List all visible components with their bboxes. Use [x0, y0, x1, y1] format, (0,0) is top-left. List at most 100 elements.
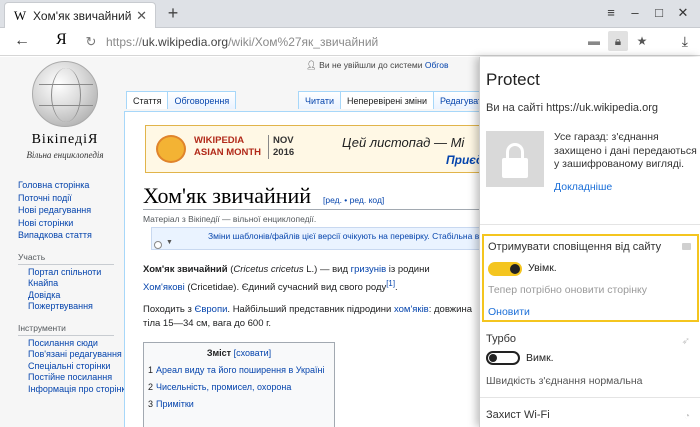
link-europe[interactable]: Європи — [195, 304, 228, 315]
sidebar-item-page-info[interactable]: Інформація про сторінку — [18, 384, 130, 396]
star-icon[interactable]: ★ — [632, 31, 652, 51]
sidebar-participation-links: Портал спільноти Кнайпа Довідка Пожертву… — [18, 267, 124, 313]
close-tab-icon[interactable]: ✕ — [136, 8, 147, 24]
sidebar-item-help[interactable]: Довідка — [18, 290, 124, 302]
panel-divider — [480, 224, 700, 225]
sidebar-heading-tools: Інструменти — [18, 323, 114, 336]
address-bar[interactable]: ↻ https://uk.wikipedia.org/wiki/Хом%27як… — [80, 31, 660, 53]
text-span: : довжина — [428, 304, 472, 315]
tab-pending-changes[interactable]: Неперевірені зміни — [340, 91, 434, 109]
sidebar: Головна сторінка Поточні події Нові реда… — [18, 179, 130, 396]
table-of-contents: Зміст [сховати] 1 Ареал виду та його поши… — [143, 342, 335, 427]
lock-body — [502, 158, 528, 178]
turbo-label: Турбо — [486, 333, 517, 345]
sidebar-item-village-pump[interactable]: Кнайпа — [18, 278, 124, 290]
sidebar-item-new-pages[interactable]: Нові сторінки — [18, 217, 124, 230]
protect-panel: Protect Ви на сайті https://uk.wikipedia… — [479, 57, 700, 427]
link-rodents[interactable]: гризунів — [351, 264, 386, 275]
lock-icon[interactable]: 🔒︎ — [608, 31, 628, 51]
url-text[interactable]: https://uk.wikipedia.org/wiki/Хом%27як_з… — [106, 35, 378, 49]
flagged-revisions-text[interactable]: Зміни шаблонів/файлів цієї версії очікую… — [208, 231, 499, 241]
text-span: тіла 15—34 см, вага до 600 г. — [143, 317, 272, 329]
link-hamsters[interactable]: хом'яків — [394, 304, 429, 315]
refresh-link[interactable]: Оновити — [488, 306, 530, 318]
toc-item-label: Примітки — [156, 399, 194, 409]
connection-status-text: Усе гаразд: з'єднання захищено і дані пе… — [554, 131, 697, 170]
toc-hide-toggle[interactable]: [сховати] — [234, 348, 272, 358]
sidebar-item-recent-changes[interactable]: Нові редагування — [18, 204, 124, 217]
text-span: . Найбільший представник підродини — [227, 304, 394, 315]
close-icon[interactable]: ✕ — [672, 3, 694, 23]
wifi-protection-label: Захист Wi-Fi — [486, 409, 550, 421]
personal-tools: 👤︎ Ви не увійшли до системи Обгов — [306, 60, 448, 71]
notifications-toggle[interactable] — [488, 262, 522, 276]
banner-title: WIKIPEDIA ASIAN MONTH — [194, 135, 261, 159]
sidebar-item-community-portal[interactable]: Портал спільноти — [18, 267, 124, 279]
asian-month-logo — [156, 135, 186, 163]
tab-talk[interactable]: Обговорення — [167, 91, 237, 109]
notification-bubble-icon — [682, 243, 691, 250]
tab-strip: W Хом'як звичайний — Вікі ✕ + ≡ – □ ✕ — [0, 0, 700, 28]
page-title: Хом'як звичайний — [143, 183, 312, 208]
url-prefix: https:// — [106, 35, 143, 49]
notifications-label: Отримувати сповіщення від сайту — [488, 241, 662, 253]
bold-term: Хом'як звичайний — [143, 264, 228, 275]
maximize-icon[interactable]: □ — [648, 3, 670, 23]
tab-article[interactable]: Стаття — [126, 91, 169, 109]
reload-icon[interactable]: ↻ — [80, 34, 102, 50]
minimize-icon[interactable]: – — [624, 3, 646, 23]
menu-icon[interactable]: ≡ — [600, 3, 622, 23]
sidebar-item-donate[interactable]: Пожертвування — [18, 301, 124, 313]
back-icon[interactable]: ← — [14, 32, 30, 50]
wikipedia-globe-logo[interactable] — [32, 61, 98, 127]
wikipedia-wordmark[interactable]: ВікіпедіЯ — [14, 132, 116, 148]
notifications-state: Увімк. — [528, 262, 557, 274]
intro-paragraph: Хом'як звичайний (Cricetus cricetus L.) … — [143, 263, 430, 294]
toc-item[interactable]: 2 Чисельність, промисел, охорона — [148, 382, 291, 392]
sidebar-item-main-page[interactable]: Головна сторінка — [18, 179, 124, 192]
url-path: /wiki/Хом%27як_звичайний — [228, 35, 379, 49]
toc-item[interactable]: 1 Ареал виду та його поширення в Україні — [148, 365, 324, 375]
yandex-logo[interactable]: Я — [56, 31, 67, 49]
details-link[interactable]: Докладніше — [554, 181, 612, 193]
secure-lock-icon — [486, 131, 544, 187]
text-span: із родини — [386, 264, 430, 275]
wifi-icon: ◔ — [683, 411, 690, 422]
reference-link[interactable]: [1] — [386, 279, 395, 288]
address-bar-icons: ▬ 🔒︎ ★ — [580, 31, 652, 51]
namespace-tabs: Стаття Обговорення — [126, 91, 237, 109]
message-icon[interactable]: ▬ — [584, 31, 604, 51]
rocket-icon: ➶ — [681, 336, 690, 347]
sidebar-item-permanent-link[interactable]: Постійне посилання — [18, 372, 124, 384]
new-tab-button[interactable]: + — [163, 3, 183, 23]
sidebar-item-related-changes[interactable]: Пов'язані редагування — [18, 349, 124, 361]
tab-read[interactable]: Читати — [298, 91, 342, 109]
link-cricetidae[interactable]: Хом'якові — [143, 282, 185, 293]
toc-item-number: 3 — [148, 399, 154, 409]
wikipedia-favicon-icon: W — [13, 7, 27, 23]
talk-link[interactable]: Обгов — [425, 60, 449, 70]
download-icon[interactable]: ⤓ — [682, 33, 688, 50]
toc-item-label: Ареал виду та його поширення в Україні — [156, 365, 325, 375]
refresh-hint: Тепер потрібно оновити сторінку — [488, 284, 648, 296]
url-domain: uk.wikipedia.org — [142, 35, 229, 49]
banner-date-year: 2016 — [273, 147, 295, 158]
sidebar-item-special-pages[interactable]: Спеціальні сторінки — [18, 361, 124, 373]
sidebar-heading-participation: Участь — [18, 252, 114, 265]
user-icon: 👤︎ — [306, 60, 317, 70]
toc-item[interactable]: 3 Примітки — [148, 399, 194, 409]
sidebar-item-current-events[interactable]: Поточні події — [18, 192, 124, 205]
second-paragraph: Походить з Європи. Найбільший представни… — [143, 303, 472, 330]
sidebar-item-random-article[interactable]: Випадкова стаття — [18, 229, 124, 242]
not-logged-in-text: Ви не увійшли до системи — [319, 60, 423, 70]
turbo-toggle[interactable] — [486, 351, 520, 365]
title-edit-links[interactable]: [ред. • ред. код] — [323, 195, 384, 205]
dropdown-arrow-icon[interactable]: ▼ — [166, 239, 173, 246]
panel-divider — [480, 397, 700, 398]
flagged-status-icon[interactable] — [154, 241, 162, 249]
sidebar-item-what-links-here[interactable]: Посилання сюди — [18, 338, 124, 350]
toc-item-number: 1 — [148, 365, 154, 375]
browser-tab[interactable]: W Хом'як звичайний — Вікі ✕ — [4, 2, 156, 28]
text-span: Походить з — [143, 304, 195, 315]
banner-title-line1: WIKIPEDIA — [194, 135, 245, 146]
